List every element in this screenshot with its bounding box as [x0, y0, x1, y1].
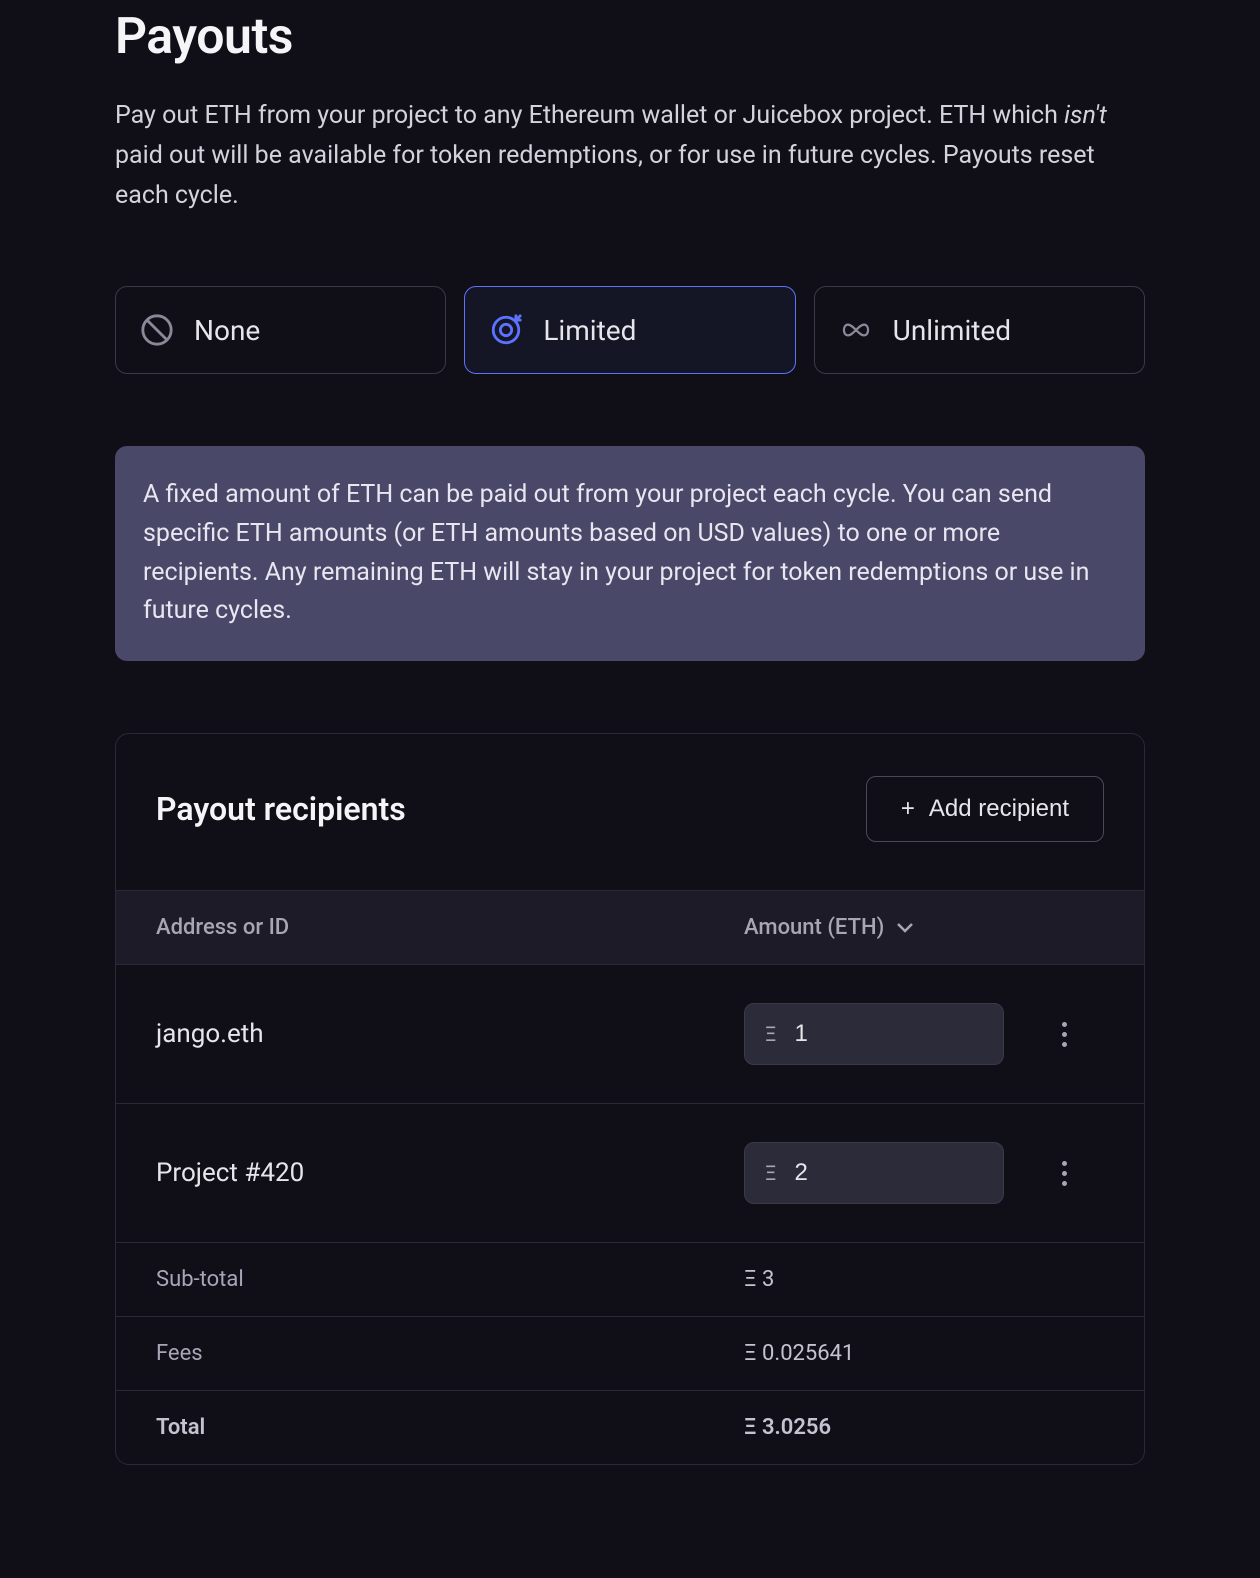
recipient-row: Project #420 Ξ	[116, 1104, 1144, 1243]
infinity-icon	[839, 313, 873, 347]
desc-pre: Pay out ETH from your project to any Eth…	[115, 101, 1064, 130]
total-row: Total Ξ 3.0256	[116, 1391, 1144, 1464]
fees-value: Ξ 0.025641	[744, 1341, 1104, 1366]
amount-input-wrapper[interactable]: Ξ	[744, 1003, 1004, 1065]
col-amount-dropdown[interactable]: Amount (ETH)	[744, 915, 1024, 940]
recipients-heading: Payout recipients	[156, 790, 406, 828]
option-none-label: None	[194, 314, 260, 347]
col-address-label: Address or ID	[156, 915, 744, 940]
option-unlimited[interactable]: Unlimited	[814, 286, 1145, 374]
info-box: A fixed amount of ETH can be paid out fr…	[115, 446, 1145, 661]
total-value: Ξ 3.0256	[744, 1415, 1104, 1440]
plus-icon: +	[901, 797, 915, 821]
desc-post: paid out will be available for token red…	[115, 141, 1095, 210]
total-label: Total	[156, 1415, 744, 1440]
add-recipient-label: Add recipient	[929, 795, 1069, 823]
option-limited-label: Limited	[543, 314, 636, 347]
fees-row: Fees Ξ 0.025641	[116, 1317, 1144, 1391]
target-icon	[489, 313, 523, 347]
subtotal-value: Ξ 3	[744, 1267, 1104, 1292]
subtotal-row: Sub-total Ξ 3	[116, 1243, 1144, 1317]
option-limited[interactable]: Limited	[464, 286, 795, 374]
eth-symbol-icon: Ξ	[765, 1022, 776, 1046]
subtotal-label: Sub-total	[156, 1267, 744, 1292]
fees-label: Fees	[156, 1341, 744, 1366]
row-menu-button[interactable]	[1062, 1022, 1067, 1047]
amount-field[interactable]	[794, 1159, 983, 1187]
page-title: Payouts	[115, 0, 1145, 66]
page-description: Pay out ETH from your project to any Eth…	[115, 96, 1145, 216]
col-amount-label: Amount (ETH)	[744, 915, 884, 940]
amount-field[interactable]	[794, 1020, 983, 1048]
option-none[interactable]: None	[115, 286, 446, 374]
option-unlimited-label: Unlimited	[893, 314, 1011, 347]
none-icon	[140, 313, 174, 347]
payout-limit-options: None Limited Unlimited	[115, 286, 1145, 374]
eth-symbol-icon: Ξ	[765, 1161, 776, 1185]
add-recipient-button[interactable]: + Add recipient	[866, 776, 1104, 842]
recipient-name: jango.eth	[156, 1019, 744, 1049]
recipient-name: Project #420	[156, 1158, 744, 1188]
amount-input-wrapper[interactable]: Ξ	[744, 1142, 1004, 1204]
row-menu-button[interactable]	[1062, 1161, 1067, 1186]
desc-em: isn't	[1064, 101, 1107, 130]
recipients-card: Payout recipients + Add recipient Addres…	[115, 733, 1145, 1465]
recipient-row: jango.eth Ξ	[116, 965, 1144, 1104]
recipients-table-header: Address or ID Amount (ETH)	[116, 890, 1144, 965]
chevron-down-icon	[896, 922, 914, 934]
